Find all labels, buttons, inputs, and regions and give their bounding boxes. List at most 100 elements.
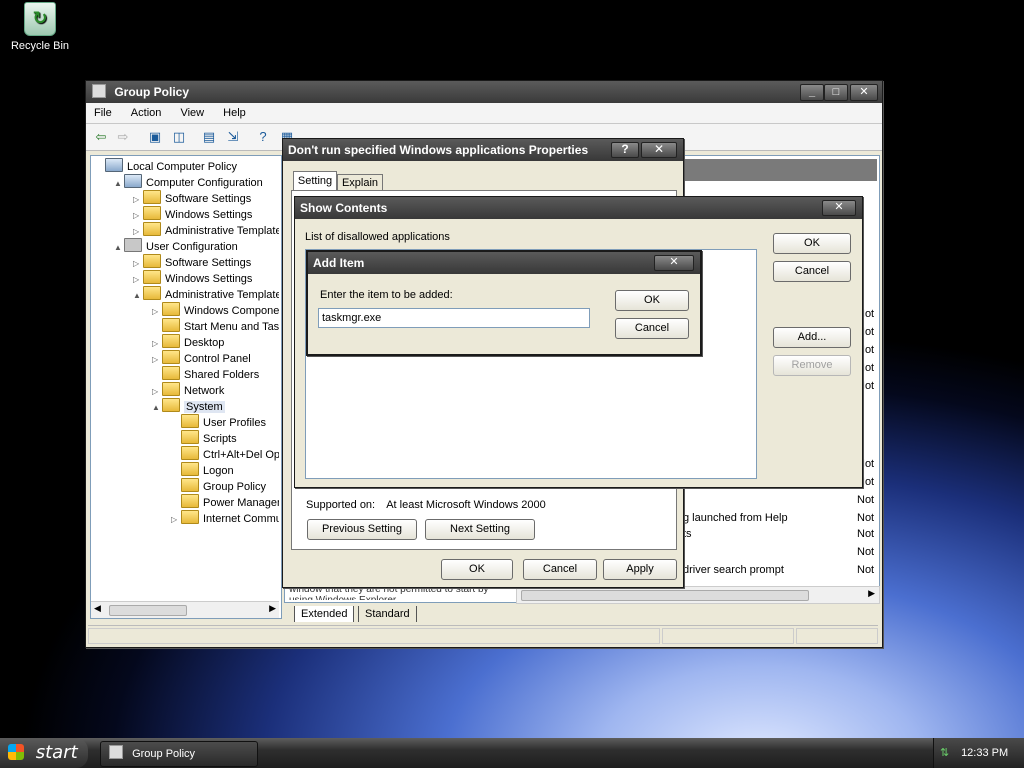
- properties-icon[interactable]: ▤: [200, 128, 218, 145]
- tree-item[interactable]: ▷ Desktop: [152, 334, 224, 350]
- scroll-thumb[interactable]: [109, 605, 187, 616]
- tree-item[interactable]: ▷ Administrative Templates: [133, 222, 279, 238]
- tab-setting[interactable]: Setting: [293, 171, 337, 191]
- tree-item[interactable]: Scripts: [171, 430, 237, 446]
- minimize-icon[interactable]: _: [800, 84, 824, 101]
- tree-item[interactable]: ▲ Administrative Templates: [133, 286, 279, 302]
- tree-item-label: Group Policy: [203, 481, 266, 493]
- menu-file[interactable]: File: [86, 107, 120, 119]
- list-item[interactable]: Not: [683, 544, 874, 560]
- details-horizontal-scrollbar[interactable]: ▶: [516, 586, 880, 604]
- tree-item-label: Windows Settings: [165, 273, 253, 285]
- scroll-right-icon[interactable]: ▶: [269, 603, 276, 614]
- supported-label: Supported on:: [306, 499, 376, 511]
- folder-icon: [143, 222, 161, 236]
- tree-item[interactable]: Power Management: [171, 494, 279, 510]
- folder-icon: [143, 270, 161, 284]
- tree-expander-icon[interactable]: ▲: [133, 288, 143, 304]
- properties-close-icon[interactable]: ✕: [641, 142, 677, 158]
- forward-arrow-icon[interactable]: ⇨: [114, 128, 132, 145]
- main-titlebar[interactable]: Group Policy _ □ ✕: [86, 81, 882, 103]
- show-contents-titlebar[interactable]: Show Contents ✕: [295, 197, 862, 219]
- add-item-titlebar[interactable]: Add Item ✕: [308, 252, 700, 274]
- tree-item[interactable]: ▲ Computer Configuration: [114, 174, 263, 190]
- start-label: start: [35, 742, 78, 763]
- previous-setting-button[interactable]: Previous Setting: [307, 519, 417, 540]
- tree-item[interactable]: ▷Windows Components: [152, 302, 279, 318]
- list-item-state: Not: [857, 512, 875, 524]
- add-item-ok-button[interactable]: OK: [615, 290, 689, 311]
- tree-item[interactable]: ▲ User Configuration: [114, 238, 238, 254]
- up-folder-icon[interactable]: ▣: [146, 128, 164, 145]
- properties-ok-button[interactable]: OK: [441, 559, 513, 580]
- tree-item[interactable]: Ctrl+Alt+Del Options: [171, 446, 279, 462]
- show-contents-close-icon[interactable]: ✕: [822, 200, 856, 216]
- properties-cancel-button[interactable]: Cancel: [523, 559, 597, 580]
- show-hide-tree-icon[interactable]: ◫: [170, 128, 188, 145]
- tree-item[interactable]: User Profiles: [171, 414, 266, 430]
- tree-expander-icon[interactable]: ▷: [171, 512, 181, 528]
- tree-view: Local Computer Policy ▲ Computer Configura…: [91, 156, 279, 600]
- tree-item[interactable]: ▷ Windows Settings: [133, 270, 252, 286]
- recycle-bin-desktop-icon[interactable]: Recycle Bin: [8, 2, 72, 52]
- properties-titlebar[interactable]: Don't run specified Windows applications…: [283, 139, 683, 161]
- list-item[interactable]: g launched from Help Not: [683, 510, 875, 526]
- tree-item[interactable]: ▷ Control Panel: [152, 350, 251, 366]
- tree-item[interactable]: ▷ Software Settings: [133, 190, 251, 206]
- tree-item[interactable]: Group Policy: [171, 478, 266, 494]
- tree-horizontal-scrollbar[interactable]: ◀ ▶: [91, 601, 279, 618]
- menu-action[interactable]: Action: [123, 107, 170, 119]
- add-item-input[interactable]: [318, 308, 590, 328]
- tree-item[interactable]: ▲ System: [152, 398, 225, 414]
- tree-item-label: Desktop: [184, 337, 225, 349]
- back-arrow-icon[interactable]: ⇦: [92, 128, 110, 145]
- folder-icon: [162, 350, 180, 364]
- tab-explain[interactable]: Explain: [337, 174, 383, 191]
- maximize-icon[interactable]: □: [824, 84, 848, 101]
- tree-item[interactable]: Shared Folders: [152, 366, 259, 382]
- add-item-cancel-button[interactable]: Cancel: [615, 318, 689, 339]
- tree-item[interactable]: Logon: [171, 462, 234, 478]
- status-bar: [88, 625, 878, 644]
- list-item[interactable]: ts Not: [683, 526, 875, 542]
- folder-icon: [143, 190, 161, 204]
- add-item-close-icon[interactable]: ✕: [654, 255, 694, 271]
- details-scroll-right-icon[interactable]: ▶: [868, 588, 875, 599]
- tree-item[interactable]: ▷ Software Settings: [133, 254, 251, 270]
- tree-item[interactable]: ▷ Internet Communication: [171, 510, 279, 526]
- taskbar-item-group-policy[interactable]: Group Policy: [100, 741, 258, 767]
- help-icon[interactable]: ?: [254, 128, 272, 145]
- supported-row: Supported on: At least Microsoft Windows…: [306, 499, 546, 511]
- list-item-state: Not: [857, 528, 875, 540]
- start-button[interactable]: start: [0, 738, 88, 768]
- tree-item[interactable]: ▷ Network: [152, 382, 224, 398]
- tree-item[interactable]: Start Menu and Taskbar: [152, 318, 279, 334]
- add-button[interactable]: Add...: [773, 327, 851, 348]
- show-contents-cancel-button[interactable]: Cancel: [773, 261, 851, 282]
- scroll-left-icon[interactable]: ◀: [94, 603, 101, 614]
- tree-expander-icon[interactable]: ▲: [114, 240, 124, 256]
- show-contents-ok-button[interactable]: OK: [773, 233, 851, 254]
- tree-item-label: Ctrl+Alt+Del Options: [203, 449, 279, 461]
- details-scroll-thumb[interactable]: [521, 590, 809, 601]
- disallowed-list-label: List of disallowed applications: [305, 231, 450, 243]
- list-item[interactable]: Not: [683, 492, 874, 508]
- remove-button: Remove: [773, 355, 851, 376]
- tab-standard[interactable]: Standard: [358, 606, 417, 622]
- tree-item[interactable]: ▷ Windows Settings: [133, 206, 252, 222]
- list-item[interactable]: driver search prompt Not: [683, 562, 874, 578]
- folder-icon: [181, 494, 199, 508]
- tree-expander-icon[interactable]: ▲: [152, 400, 162, 416]
- close-icon[interactable]: ✕: [850, 84, 878, 101]
- network-tray-icon[interactable]: ⇅: [940, 738, 954, 768]
- help-title-icon[interactable]: ?: [611, 142, 639, 158]
- next-setting-button[interactable]: Next Setting: [425, 519, 535, 540]
- tree-item-label: User Profiles: [203, 417, 266, 429]
- properties-apply-button[interactable]: Apply: [603, 559, 677, 580]
- menu-view[interactable]: View: [172, 107, 212, 119]
- tree-item[interactable]: Local Computer Policy: [95, 158, 237, 174]
- tab-extended[interactable]: Extended: [294, 606, 355, 622]
- tree-expander-icon[interactable]: ▲: [114, 176, 124, 192]
- export-list-icon[interactable]: ⇲: [224, 128, 242, 145]
- menu-help[interactable]: Help: [215, 107, 254, 119]
